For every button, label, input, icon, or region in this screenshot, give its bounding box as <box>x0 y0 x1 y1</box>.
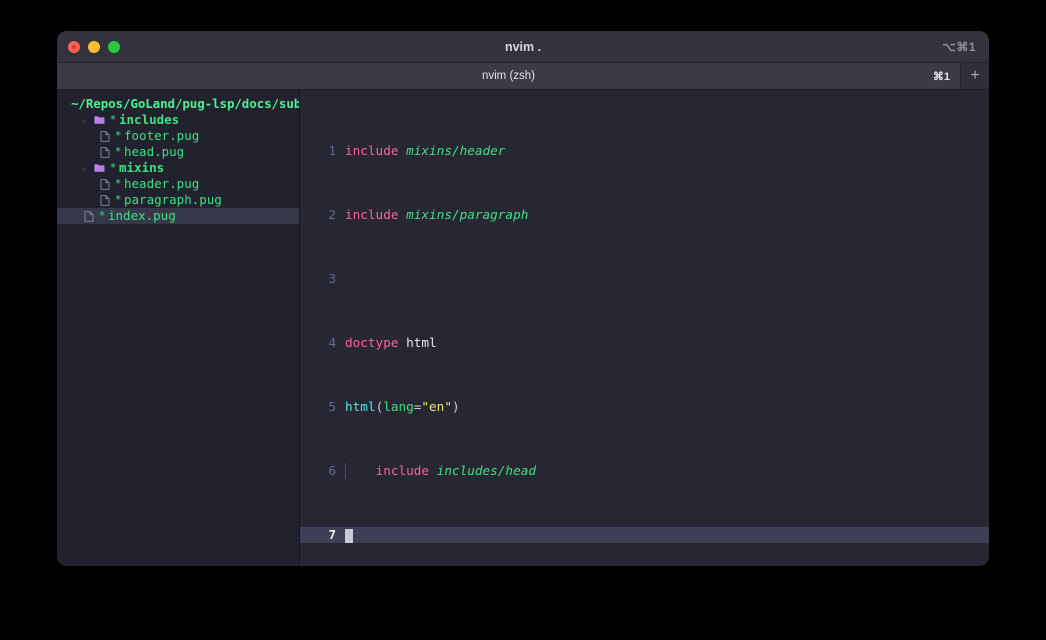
tab-label: nvim (zsh) <box>481 70 536 82</box>
token-value: html <box>406 335 437 350</box>
code-line: 2 include mixins/paragraph <box>300 207 989 223</box>
token-keyword: include <box>345 207 399 222</box>
code-line: 6 include includes/head <box>300 463 989 479</box>
tree-item-footer-pug[interactable]: * footer.pug <box>57 128 299 144</box>
tree-item-head-pug[interactable]: * head.pug <box>57 144 299 160</box>
code-line: 4 doctype html <box>300 335 989 351</box>
tree-item-index-pug[interactable]: * index.pug <box>57 208 299 224</box>
git-modified-marker: * <box>114 193 122 206</box>
file-icon <box>97 146 112 158</box>
line-number: 1 <box>328 143 336 158</box>
line-number: 7 <box>328 527 336 542</box>
chevron-down-icon[interactable]: ⌄ <box>81 112 92 128</box>
line-number: 6 <box>328 463 336 478</box>
window-title: nvim . <box>504 39 542 54</box>
file-tree-root-path: ~/Repos/GoLand/pug-lsp/docs/subj <box>71 96 299 111</box>
git-modified-marker: * <box>114 129 122 142</box>
token-tag: html <box>345 399 376 414</box>
code-line: 3 <box>300 271 989 287</box>
tree-item-includes[interactable]: ⌄ * includes <box>57 112 299 128</box>
token-path: includes/head <box>436 463 536 478</box>
maximize-button[interactable] <box>108 40 120 53</box>
tree-item-label: footer.pug <box>124 128 200 143</box>
folder-open-icon <box>92 163 107 173</box>
tree-item-label: mixins <box>119 160 165 175</box>
code-text: include mixins/header <box>345 143 505 159</box>
token-punct: ) <box>451 399 460 414</box>
text-cursor <box>345 528 353 543</box>
tree-item-label: includes <box>119 112 180 127</box>
tree-item-label: index.pug <box>108 208 176 223</box>
tab-shortcut-hint: ⌘1 <box>932 70 950 83</box>
token-keyword: include <box>375 463 430 478</box>
file-tree: ~/Repos/GoLand/pug-lsp/docs/subj ⌄ * inc… <box>57 90 299 566</box>
tree-item-label: header.pug <box>124 176 200 191</box>
code-editor[interactable]: 1 include mixins/header 2 include mixins… <box>299 90 989 566</box>
minimize-button[interactable] <box>88 40 100 53</box>
code-line-cursor: 7 <box>300 527 989 543</box>
code-text <box>345 527 353 543</box>
git-modified-marker: * <box>114 177 122 190</box>
token-attr: lang <box>383 399 414 414</box>
code-text: include mixins/paragraph <box>345 207 528 223</box>
code-text: include includes/head <box>345 463 536 479</box>
token-path: mixins/paragraph <box>406 207 529 222</box>
line-number: 4 <box>328 335 336 350</box>
code-content: 1 include mixins/header 2 include mixins… <box>300 90 989 566</box>
folder-open-icon <box>92 115 107 125</box>
tab-nvim[interactable]: nvim (zsh) ⌘1 <box>57 63 960 89</box>
code-line: 5 html(lang="en") <box>300 399 989 415</box>
line-number: 3 <box>328 271 336 286</box>
tree-item-paragraph-pug[interactable]: * paragraph.pug <box>57 192 299 208</box>
file-icon <box>97 130 112 142</box>
editor-split: ~/Repos/GoLand/pug-lsp/docs/subj ⌄ * inc… <box>57 90 989 566</box>
git-modified-marker: * <box>109 161 117 174</box>
code-text: html(lang="en") <box>345 399 460 415</box>
terminal-tabbar: nvim (zsh) ⌘1 + <box>57 63 989 90</box>
code-line: 1 include mixins/header <box>300 143 989 159</box>
git-modified-marker: * <box>114 145 122 158</box>
window-titlebar: nvim . ⌥⌘1 <box>57 31 989 63</box>
chevron-down-icon[interactable]: ⌄ <box>81 160 92 176</box>
line-number: 2 <box>328 207 336 222</box>
token-keyword: doctype <box>345 335 399 350</box>
indent-guide <box>345 463 346 479</box>
terminal-window: nvim . ⌥⌘1 nvim (zsh) ⌘1 + ~/Repos/GoLan… <box>57 31 989 566</box>
tree-item-label: head.pug <box>124 144 185 159</box>
line-number: 5 <box>328 399 336 414</box>
file-icon <box>81 210 96 222</box>
file-tree-panel: ~/Repos/GoLand/pug-lsp/docs/subj ⌄ * inc… <box>57 90 299 566</box>
token-path: mixins/header <box>406 143 506 158</box>
git-modified-marker: * <box>98 209 106 222</box>
tree-item-mixins[interactable]: ⌄ * mixins <box>57 160 299 176</box>
git-modified-marker: * <box>109 113 117 126</box>
code-text: doctype html <box>345 335 437 351</box>
token-keyword: include <box>345 143 399 158</box>
file-icon <box>97 194 112 206</box>
traffic-light-buttons <box>68 40 120 53</box>
tree-item-label: paragraph.pug <box>124 192 222 207</box>
window-shortcut-hint: ⌥⌘1 <box>941 39 976 54</box>
file-icon <box>97 178 112 190</box>
new-tab-button[interactable]: + <box>960 63 989 89</box>
close-button[interactable] <box>68 40 80 53</box>
token-string: "en" <box>421 399 452 414</box>
tree-item-header-pug[interactable]: * header.pug <box>57 176 299 192</box>
